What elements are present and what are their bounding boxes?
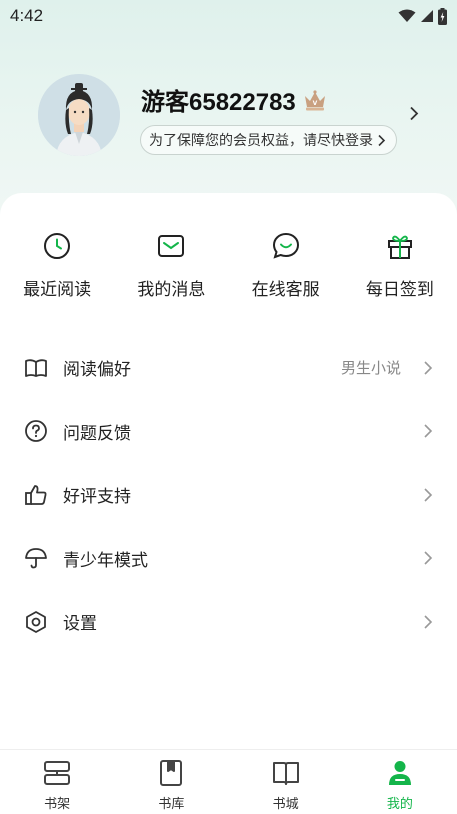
menu-label: 阅读偏好 — [63, 360, 131, 381]
quick-label: 最近阅读 — [23, 280, 92, 300]
thumb-up-icon — [25, 484, 47, 505]
crown-icon: V — [304, 89, 325, 110]
umbrella-icon — [25, 548, 47, 569]
quick-label: 每日签到 — [365, 280, 434, 300]
menu-label: 青少年模式 — [63, 550, 148, 571]
battery-icon — [438, 7, 447, 25]
bookshelf-icon — [44, 761, 71, 785]
menu-label: 设置 — [63, 614, 97, 635]
menu-item-reading-preference[interactable]: 阅读偏好 男生小说 — [0, 336, 457, 400]
clock-icon — [44, 233, 71, 259]
library-icon — [160, 760, 183, 786]
tab-label: 书架 — [44, 797, 71, 812]
tab-mine[interactable]: 我的 — [343, 750, 457, 814]
chevron-right-icon — [424, 424, 433, 438]
username-text: 游客65822783 — [141, 89, 296, 116]
username: 游客65822783 V — [141, 82, 328, 117]
menu-value: 男生小说 — [340, 359, 401, 378]
quick-label: 在线客服 — [251, 280, 320, 300]
chevron-right-icon — [424, 615, 433, 629]
book-open-icon — [25, 359, 47, 377]
avatar-illustration — [38, 74, 120, 156]
chevron-right-icon — [424, 488, 433, 502]
quick-my-messages[interactable]: 我的消息 — [114, 231, 228, 311]
quick-label: 我的消息 — [137, 280, 206, 300]
login-tip-button[interactable]: 为了保障您的会员权益，请尽快登录 — [140, 125, 397, 155]
gift-icon — [387, 235, 412, 259]
tab-bookshelf[interactable]: 书架 — [0, 750, 114, 814]
menu-item-settings[interactable]: 设置 — [0, 590, 457, 654]
quick-recent-reading[interactable]: 最近阅读 — [0, 231, 114, 311]
quick-actions: 最近阅读 我的消息 在线客服 每日签到 — [0, 231, 457, 311]
chevron-right-icon — [424, 551, 433, 565]
message-icon — [158, 235, 185, 257]
menu-item-teen-mode[interactable]: 青少年模式 — [0, 527, 457, 591]
tab-label: 书库 — [158, 797, 185, 812]
tab-library[interactable]: 书库 — [114, 750, 228, 814]
content-card: 最近阅读 我的消息 在线客服 每日签到 阅读偏好 男生小说 问题反馈 好评支持 … — [0, 193, 457, 814]
settings-menu: 阅读偏好 男生小说 问题反馈 好评支持 青少年模式 设置 — [0, 336, 457, 654]
tab-label: 书城 — [272, 797, 299, 812]
profile-chevron-right-icon[interactable] — [409, 106, 419, 121]
profile-header[interactable]: 游客65822783 V 为了保障您的会员权益，请尽快登录 — [0, 70, 457, 170]
svg-text:V: V — [312, 100, 317, 107]
settings-icon — [26, 610, 46, 633]
wifi-icon — [398, 9, 416, 22]
profile-icon — [388, 761, 411, 785]
bottom-tab-bar: 书架 书库 书城 我的 — [0, 749, 457, 814]
quick-daily-checkin[interactable]: 每日签到 — [343, 231, 457, 311]
avatar[interactable] — [38, 74, 120, 156]
menu-item-feedback[interactable]: 问题反馈 — [0, 400, 457, 464]
status-icons — [398, 7, 447, 25]
tab-label: 我的 — [386, 797, 413, 812]
question-icon — [25, 420, 47, 443]
menu-item-rate-support[interactable]: 好评支持 — [0, 463, 457, 527]
quick-online-service[interactable]: 在线客服 — [229, 231, 343, 311]
chevron-right-icon — [424, 361, 433, 375]
login-tip-text: 为了保障您的会员权益，请尽快登录 — [149, 133, 373, 149]
menu-label: 问题反馈 — [63, 423, 131, 444]
tab-bookstore[interactable]: 书城 — [229, 750, 343, 814]
chevron-right-icon — [378, 134, 386, 146]
menu-label: 好评支持 — [63, 487, 131, 508]
status-time: 4:42 — [10, 6, 44, 25]
chat-icon — [272, 232, 299, 259]
status-bar: 4:42 — [0, 0, 457, 32]
signal-icon — [421, 10, 433, 22]
bookstore-icon — [272, 762, 299, 785]
